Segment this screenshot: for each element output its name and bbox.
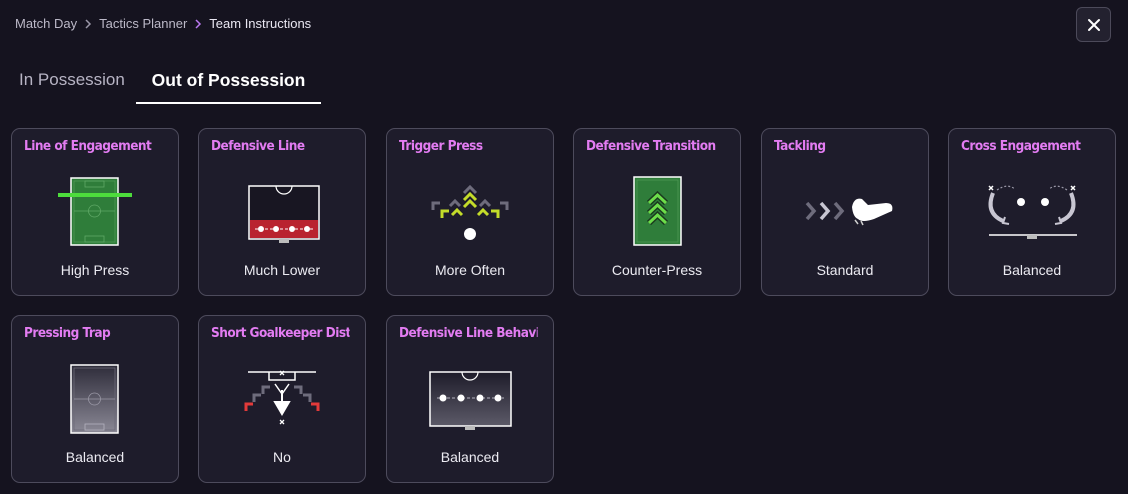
defensive-line-behaviour-icon [429, 371, 512, 430]
breadcrumb-match-day[interactable]: Match Day [15, 16, 77, 31]
card-defensive-transition[interactable]: Defensive Transition Counter-Press [573, 128, 741, 296]
tackling-boot-icon [805, 198, 893, 226]
low-defensive-line-icon [248, 185, 320, 243]
card-title: Pressing Trap [24, 325, 111, 341]
chevron-right-icon [195, 18, 202, 29]
breadcrumb-tactics-planner[interactable]: Tactics Planner [99, 16, 187, 31]
close-button[interactable] [1076, 7, 1111, 42]
card-value: Much Lower [243, 262, 321, 278]
trigger-press-arrows-icon [431, 184, 509, 240]
active-tab-indicator [136, 102, 321, 104]
card-value: No [273, 449, 291, 465]
card-title: Defensive Transition [586, 138, 716, 154]
card-value: High Press [60, 262, 130, 278]
card-trigger-press[interactable]: Trigger Press More Often [386, 128, 554, 296]
cross-engagement-icon [988, 185, 1077, 239]
card-value: Balanced [440, 449, 500, 465]
goalkeeper-distribution-icon [244, 370, 320, 425]
card-title: Short Goalkeeper Distribution [211, 325, 350, 341]
card-value: Counter-Press [611, 262, 703, 278]
card-title: Cross Engagement [961, 138, 1081, 154]
team-instructions-panel: Match Day Tactics Planner Team Instructi… [0, 0, 1128, 494]
card-cross-engagement[interactable]: Cross Engagement Balanced [948, 128, 1116, 296]
card-value: More Often [434, 262, 506, 278]
chevron-right-icon [85, 18, 92, 29]
tab-bar: In Possession Out of Possession [0, 60, 1128, 105]
card-short-goalkeeper-distribution[interactable]: Short Goalkeeper Distribution No [198, 315, 366, 483]
card-line-of-engagement[interactable]: Line of Engagement High Press [11, 128, 179, 296]
card-title: Line of Engagement [24, 138, 152, 154]
breadcrumb: Match Day Tactics Planner Team Instructi… [15, 16, 311, 31]
card-value: Balanced [65, 449, 125, 465]
breadcrumb-team-instructions: Team Instructions [209, 16, 312, 31]
counter-press-pitch-icon [633, 176, 682, 246]
card-title: Defensive Line Behaviour [399, 325, 538, 341]
card-tackling[interactable]: Tackling Standard [761, 128, 929, 296]
card-title: Defensive Line [211, 138, 305, 154]
tab-in-possession[interactable]: In Possession [19, 60, 125, 104]
card-value: Standard [816, 262, 874, 278]
card-defensive-line[interactable]: Defensive Line Much Lower [198, 128, 366, 296]
card-title: Trigger Press [399, 138, 483, 154]
card-value: Balanced [1002, 262, 1062, 278]
close-icon [1087, 18, 1100, 31]
card-defensive-line-behaviour[interactable]: Defensive Line Behaviour Balanced [386, 315, 554, 483]
high-press-pitch-icon [58, 177, 132, 246]
pressing-trap-pitch-icon [70, 364, 119, 434]
tab-out-of-possession[interactable]: Out of Possession [136, 60, 321, 104]
card-pressing-trap[interactable]: Pressing Trap Balanced [11, 315, 179, 483]
card-title: Tackling [774, 138, 826, 154]
